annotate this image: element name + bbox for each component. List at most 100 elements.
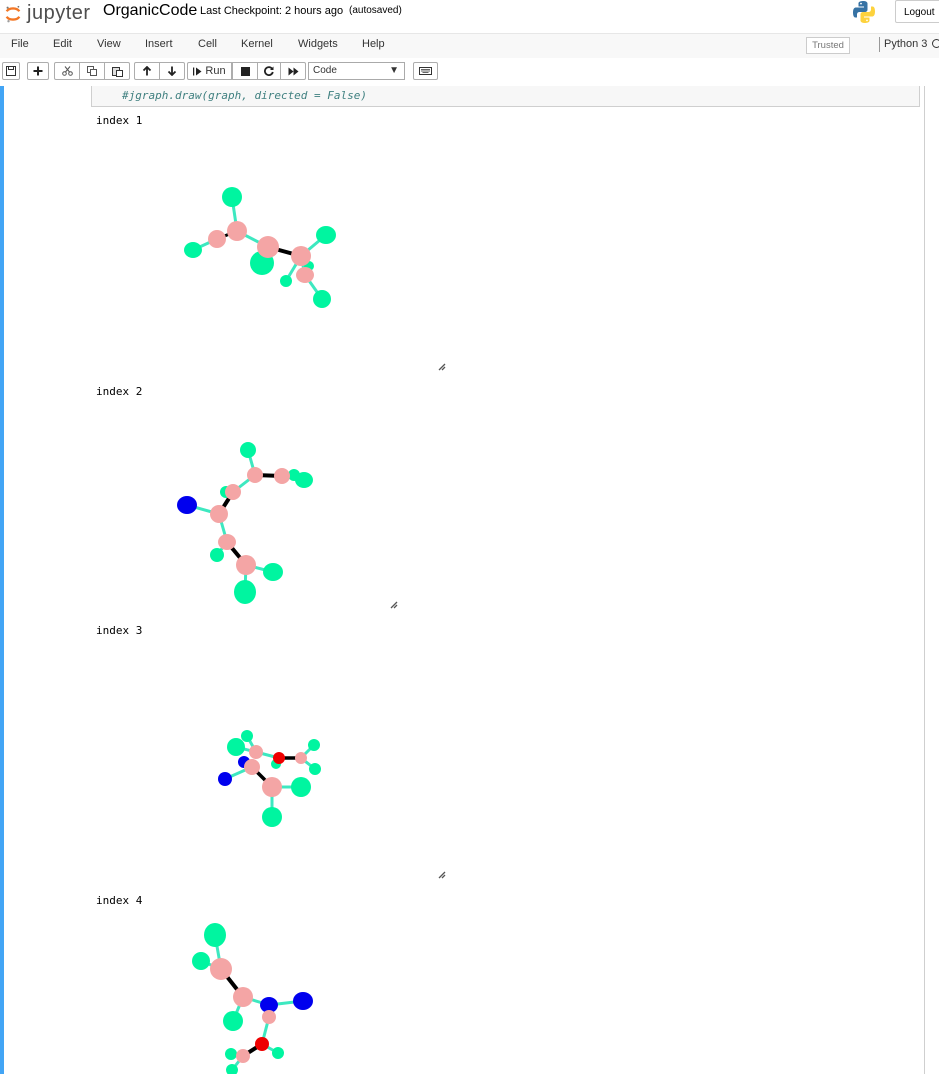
keyboard-icon [419,67,432,75]
bond-line [300,233,327,258]
bond-line [274,757,281,765]
carbon-atom [257,236,279,258]
move-up-button[interactable] [134,62,160,80]
bond-line [242,995,270,1007]
bond-line [232,473,256,494]
output-label-2: index 2 [96,385,143,398]
selected-cell-indicator [0,86,4,1074]
resize-handle-icon[interactable] [438,363,446,371]
jupyter-wordmark: jupyter [27,2,91,24]
bond-line [219,967,245,999]
carbon-atom [244,759,260,775]
cell-border [924,86,925,1074]
jupyter-logo[interactable]: jupyter [4,2,91,25]
hydrogen-atom [250,251,274,275]
molecule-graph-3[interactable] [0,0,939,1074]
save-button[interactable] [2,62,20,80]
resize-handle-icon[interactable] [438,871,446,879]
carbon-atom [236,555,256,575]
bond-line [268,999,304,1007]
move-down-button[interactable] [159,62,185,80]
hydrogen-atom [192,952,210,970]
autosave-status: (autosaved) [349,5,402,16]
bond-line [243,564,248,593]
save-icon [6,66,16,76]
arrow-up-icon [142,66,152,76]
output-label-3: index 3 [96,624,143,637]
menu-file[interactable]: File [11,38,29,50]
hydrogen-atom [313,290,331,308]
molecule-graph-1[interactable] [0,0,939,1074]
hydrogen-atom [234,580,256,604]
restart-run-all-button[interactable] [280,62,306,80]
kernel-name[interactable]: Python 3 [884,38,939,50]
bond-line [260,1016,271,1045]
menu-insert[interactable]: Insert [145,38,173,50]
hydrogen-atom [210,548,224,562]
hydrogen-atom [291,777,311,797]
paste-button[interactable] [104,62,130,80]
menu-view[interactable]: View [97,38,121,50]
nitrogen-atom [238,756,250,768]
scissors-icon [61,66,73,76]
menu-help[interactable]: Help [362,38,385,50]
insert-cell-button[interactable] [27,62,49,80]
bond-line [186,503,220,516]
trusted-indicator[interactable]: Trusted [806,37,850,54]
copy-button[interactable] [79,62,105,80]
bond-line [200,959,222,971]
python-logo-icon [853,1,875,23]
carbon-atom [210,958,232,980]
carbon-atom [249,745,263,759]
interrupt-button[interactable] [232,62,258,80]
carbon-atom [225,484,241,500]
menu-widgets[interactable]: Widgets [298,38,338,50]
bond-line [230,1052,244,1058]
logout-button[interactable]: Logout [895,0,939,23]
bond-line [213,934,223,970]
bond-line [303,274,324,300]
bond-line [254,473,283,478]
restart-kernel-button[interactable] [257,62,281,80]
oxygen-atom [273,752,285,764]
menu-cell[interactable]: Cell [198,38,217,50]
cut-button[interactable] [54,62,80,80]
notebook-name[interactable]: OrganicCode [103,2,197,20]
cell-type-select[interactable]: Code ▼ [308,62,405,80]
menu-edit[interactable]: Edit [53,38,72,50]
hydrogen-atom [222,187,242,207]
bond-line [267,245,302,258]
hydrogen-atom [220,486,232,498]
bond-line [281,474,305,482]
copy-icon [86,66,97,76]
hydrogen-atom [309,763,321,775]
output-label-4: index 4 [96,894,143,907]
carbon-atom [208,230,226,248]
bond-line [217,513,229,543]
menu-kernel[interactable]: Kernel [241,38,273,50]
resize-handle-icon[interactable] [390,601,398,609]
paste-icon [111,66,123,77]
hydrogen-atom [288,469,300,481]
code-cell-input[interactable]: #jgraph.draw(graph, directed = False) [91,86,920,107]
bond-line [299,255,307,276]
bond-line [216,229,238,241]
hydrogen-atom [262,807,282,827]
carbon-atom [296,267,314,283]
toolbar: Run Code ▼ [0,58,939,86]
bond-line [250,765,274,789]
hydrogen-atom [272,1047,284,1059]
carbon-atom [218,534,236,550]
molecule-graph-2[interactable] [0,0,939,1074]
molecule-graph-4[interactable] [0,0,939,1074]
bond-line [245,735,258,753]
hydrogen-atom [227,738,245,756]
run-button[interactable]: Run [187,62,232,80]
nitrogen-atom [293,992,313,1010]
bond-line [225,540,248,567]
command-palette-button[interactable] [413,62,438,80]
run-button-label: Run [205,65,226,77]
bond-line [231,996,245,1022]
output-label-1: index 1 [96,114,143,127]
carbon-atom [274,468,290,484]
